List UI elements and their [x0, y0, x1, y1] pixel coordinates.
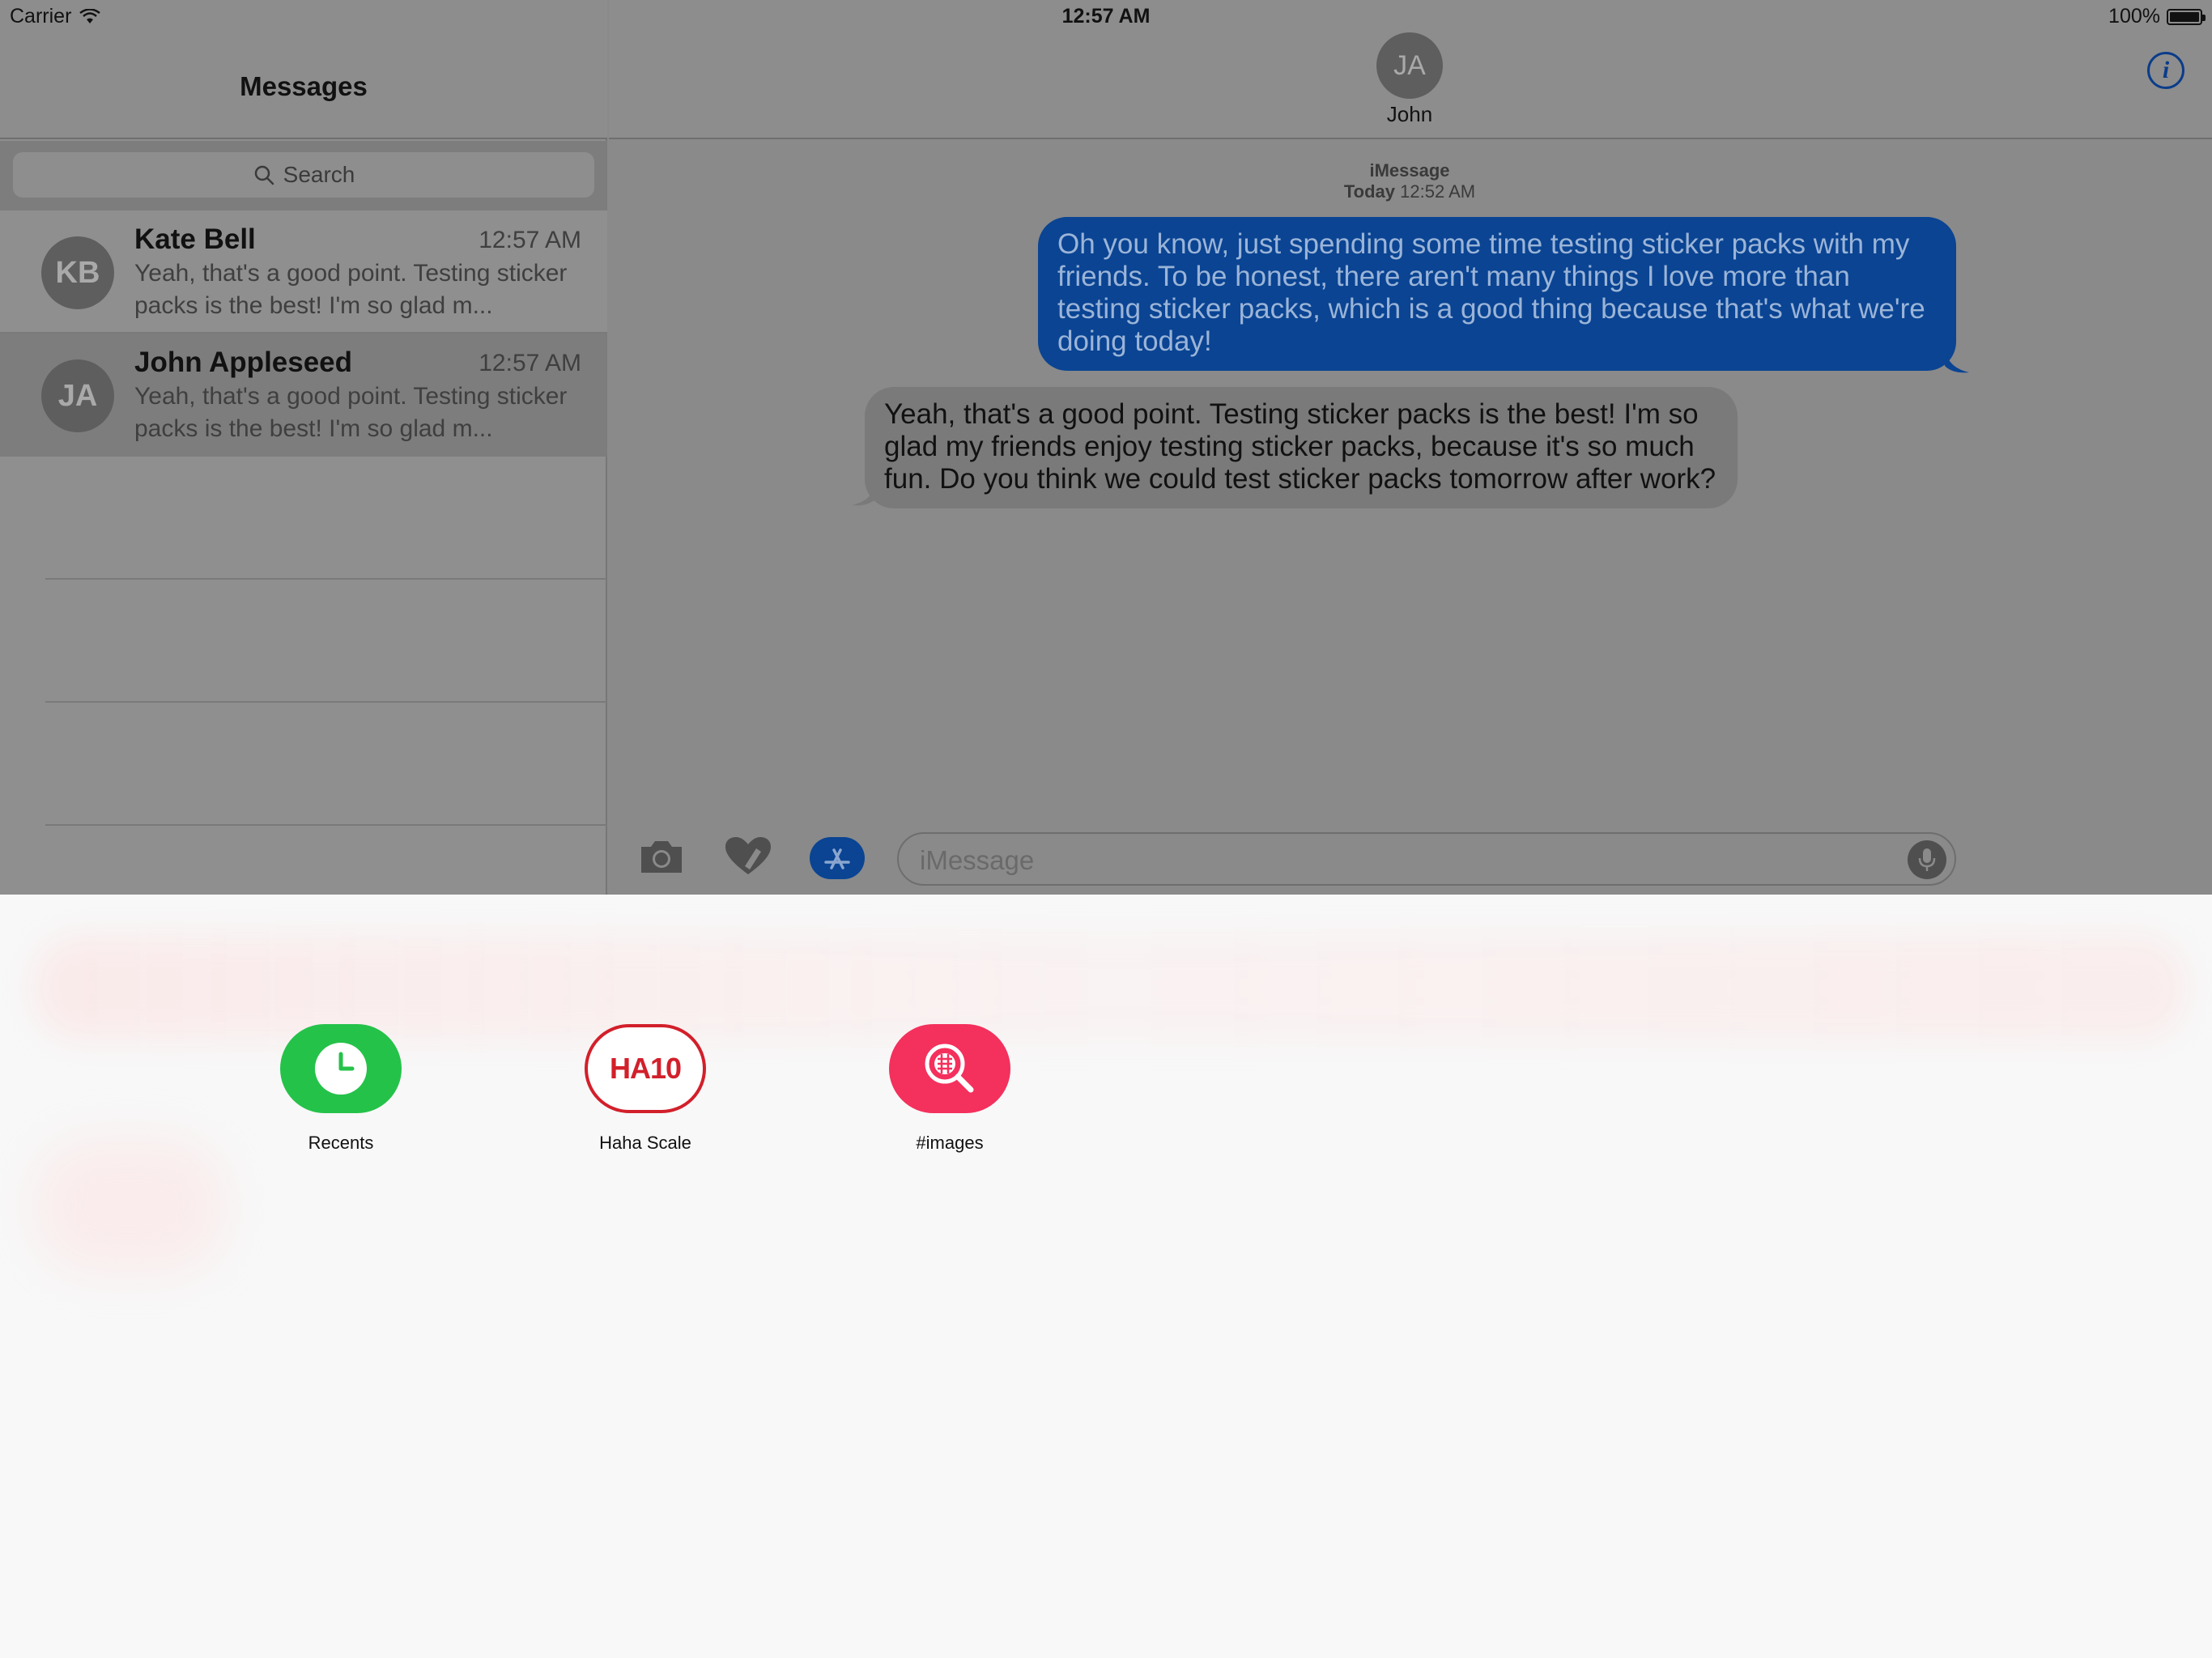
battery-icon — [2167, 8, 2206, 25]
date-label: Today — [1343, 181, 1396, 202]
status-battery: 100% — [2108, 5, 2206, 28]
bubble-tail — [852, 479, 876, 506]
chat-pane: JA John i iMessage Today 12:52 AM Oh you… — [609, 0, 2212, 895]
search-bar-container: Search — [0, 141, 607, 210]
conversation-meta: iMessage Today 12:52 AM — [609, 160, 2210, 202]
conversation-item-kate-bell[interactable]: KB Kate Bell 12:57 AM Yeah, that's a goo… — [0, 210, 607, 334]
search-input[interactable]: Search — [13, 152, 594, 198]
avatar: KB — [41, 236, 114, 309]
clock-icon — [280, 1024, 402, 1113]
app-recents[interactable]: Recents — [244, 1024, 438, 1154]
camera-icon[interactable] — [638, 837, 685, 876]
haha-logo-text: HA10 — [609, 1052, 682, 1085]
service-label: iMessage — [1369, 160, 1450, 181]
status-time: 12:57 AM — [1061, 5, 1151, 28]
input-placeholder: iMessage — [920, 845, 1035, 875]
app-label: Haha Scale — [599, 1133, 691, 1153]
conversation-name: John Appleseed — [134, 346, 353, 378]
conversation-item-john-appleseed[interactable]: JA John Appleseed 12:57 AM Yeah, that's … — [0, 334, 607, 457]
list-divider — [45, 701, 607, 703]
digital-touch-heart-icon[interactable] — [724, 835, 772, 878]
conversation-preview: Yeah, that's a good point. Testing stick… — [134, 260, 568, 319]
dimmed-background: Messages Search KB Kate Bell 12:57 AM Ye… — [0, 0, 2212, 895]
app-label: #images — [916, 1133, 984, 1153]
contact-avatar[interactable]: JA — [1376, 32, 1443, 99]
avatar: JA — [41, 359, 114, 432]
app-label: Recents — [308, 1133, 374, 1153]
contact-name[interactable]: John — [609, 102, 2210, 127]
globe-search-icon — [889, 1024, 1010, 1113]
microphone-icon — [1918, 848, 1936, 871]
blurred-sticker — [32, 1137, 227, 1275]
app-store-button[interactable] — [810, 837, 865, 879]
outgoing-message-bubble[interactable]: Oh you know, just spending some time tes… — [1038, 217, 1956, 371]
compose-bar: iMessage — [609, 818, 2212, 895]
microphone-button[interactable] — [1908, 840, 1946, 879]
app-images[interactable]: #images — [853, 1024, 1047, 1154]
list-divider — [45, 578, 607, 580]
conversation-time: 12:57 AM — [479, 227, 581, 253]
search-placeholder: Search — [283, 162, 355, 187]
info-icon[interactable]: i — [2147, 52, 2184, 89]
sidebar-title: Messages — [240, 71, 368, 101]
conversation-name: Kate Bell — [134, 223, 256, 255]
search-icon — [254, 165, 274, 185]
incoming-message-bubble[interactable]: Yeah, that's a good point. Testing stick… — [865, 387, 1738, 508]
battery-percent: 100% — [2108, 5, 2160, 28]
conversation-sidebar: Messages Search KB Kate Bell 12:57 AM Ye… — [0, 0, 607, 895]
conversation-time: 12:57 AM — [479, 350, 581, 376]
haha-scale-icon: HA10 — [585, 1024, 706, 1113]
imessage-app-drawer: Recents HA10 Haha Scale #images — [0, 895, 2212, 1658]
bubble-tail — [1945, 346, 1969, 373]
app-haha-scale[interactable]: HA10 Haha Scale — [548, 1024, 742, 1154]
list-divider — [45, 824, 607, 826]
conversation-preview: Yeah, that's a good point. Testing stick… — [134, 383, 568, 442]
date-time: 12:52 AM — [1400, 181, 1476, 202]
imessage-input[interactable]: iMessage — [897, 832, 1956, 886]
app-store-icon — [824, 848, 850, 869]
